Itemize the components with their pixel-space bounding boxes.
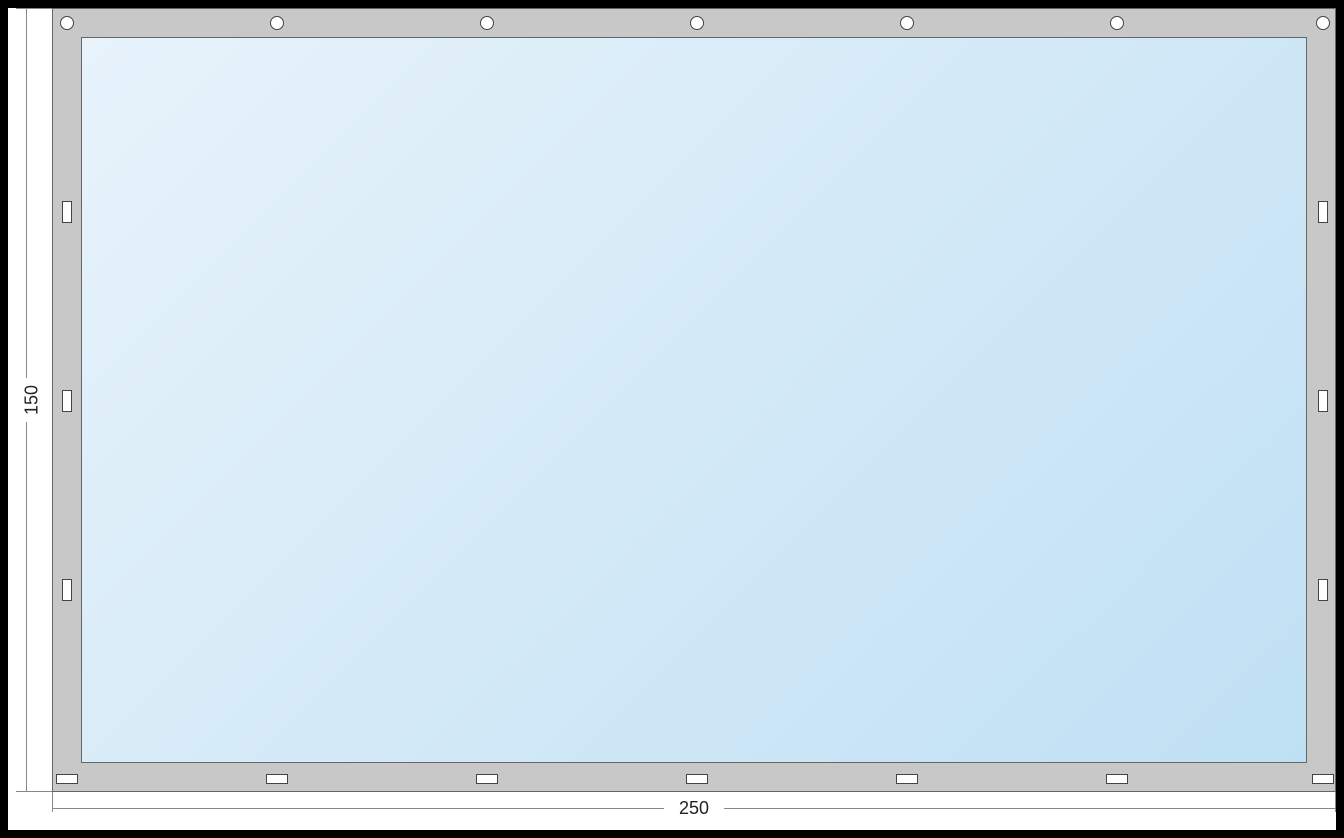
- fixing-hole-top-3: [480, 16, 494, 30]
- fixing-hole-top-5: [900, 16, 914, 30]
- fixing-slot-bottom-2: [266, 774, 288, 784]
- fixing-slot-bottom-3: [476, 774, 498, 784]
- fixing-slot-right-2: [1318, 390, 1328, 412]
- dim-line-upper: [26, 8, 27, 378]
- fixing-hole-top-1: [60, 16, 74, 30]
- drawing-canvas: 150 250: [8, 8, 1336, 830]
- fixing-slot-left-2: [62, 390, 72, 412]
- dim-tick-left: [52, 792, 53, 812]
- fixing-slot-bottom-6: [1106, 774, 1128, 784]
- dimension-height-label: 150: [22, 385, 43, 415]
- dim-tick-bottom: [16, 791, 52, 792]
- fixing-hole-top-6: [1110, 16, 1124, 30]
- dim-line-right: [724, 808, 1336, 809]
- fixing-slot-right-1: [1318, 201, 1328, 223]
- dim-line-left: [52, 808, 664, 809]
- fixing-hole-top-7: [1316, 16, 1330, 30]
- fixing-slot-bottom-5: [896, 774, 918, 784]
- panel-glass: [81, 37, 1307, 763]
- dim-tick-right: [1335, 792, 1336, 812]
- fixing-hole-top-4: [690, 16, 704, 30]
- fixing-slot-bottom-4: [686, 774, 708, 784]
- fixing-slot-left-3: [62, 579, 72, 601]
- dim-line-lower: [26, 422, 27, 792]
- panel-frame: [52, 8, 1336, 792]
- fixing-slot-bottom-7: [1312, 774, 1334, 784]
- dim-tick-top: [16, 8, 52, 9]
- fixing-hole-top-2: [270, 16, 284, 30]
- dimension-width-label: 250: [679, 798, 709, 819]
- dimension-horizontal: 250: [52, 792, 1336, 830]
- fixing-slot-right-3: [1318, 579, 1328, 601]
- fixing-slot-left-1: [62, 201, 72, 223]
- dimension-vertical: 150: [8, 8, 52, 792]
- fixing-slot-bottom-1: [56, 774, 78, 784]
